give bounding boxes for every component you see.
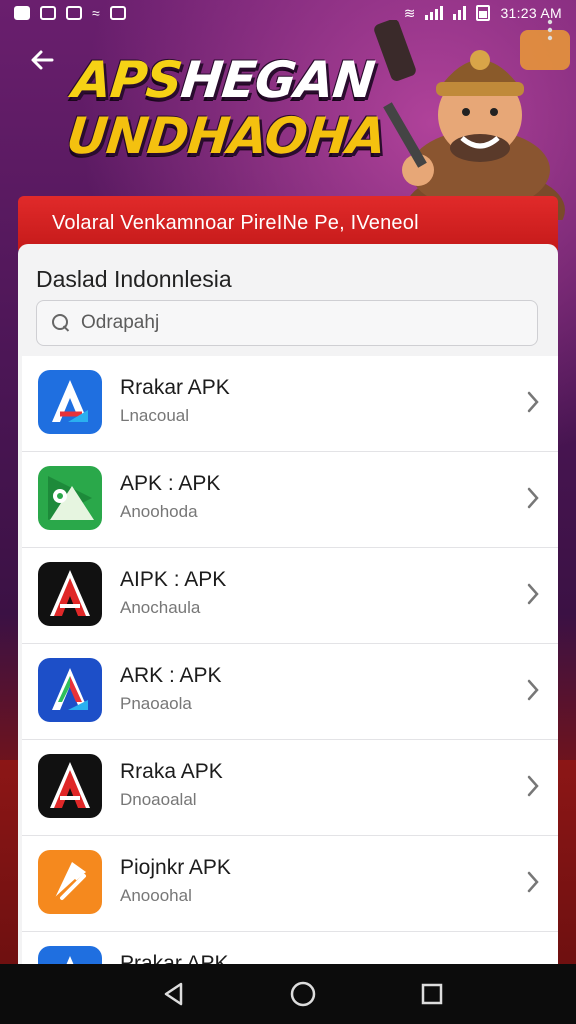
signal-icon	[425, 6, 444, 20]
nav-recents-button[interactable]	[412, 974, 452, 1014]
nav-back-button[interactable]	[154, 974, 194, 1014]
search-box[interactable]	[36, 300, 538, 346]
app-list-item[interactable]: AIPK : APK Anochaula	[22, 548, 558, 644]
app-name: ARK : APK	[120, 664, 222, 687]
app-subtitle: Dnoaoalal	[120, 790, 197, 809]
card-title: Daslad Indonnlesia	[36, 266, 232, 292]
app-list-item[interactable]: Rraka APK Dnoaoalal	[22, 740, 558, 836]
app-subtitle: Anochaula	[120, 598, 201, 617]
square-recents-icon	[421, 983, 442, 1005]
circle-home-icon	[290, 981, 316, 1007]
battery-icon	[476, 5, 491, 21]
green-play-icon	[38, 466, 102, 530]
app-list: Rrakar APK Lnacoual APK : APK Anoohoda A…	[22, 356, 558, 974]
gallery-icon	[66, 6, 82, 20]
chevron-right-icon	[527, 487, 539, 509]
app-subtitle: Anoohoda	[120, 502, 198, 521]
hero-line-1b: HEGAN	[178, 51, 377, 109]
chevron-right-icon	[527, 583, 539, 605]
status-right: ≋ 31:23 AM	[404, 5, 562, 21]
app-list-item[interactable]: APK : APK Anoohoda	[22, 452, 558, 548]
a-blue-icon	[38, 370, 102, 434]
a-blue-dark-icon	[38, 658, 102, 722]
search-icon	[51, 313, 71, 333]
app-name: AIPK : APK	[120, 568, 227, 591]
navigation-bar	[0, 964, 576, 1024]
app-notification-icon	[109, 6, 126, 20]
a-red-black-icon	[38, 754, 102, 818]
more-vertical-icon[interactable]	[546, 18, 554, 42]
triangle-back-icon	[165, 982, 183, 1006]
warrior-mascot-icon	[374, 20, 570, 220]
app-subtitle: Lnacoual	[120, 406, 190, 425]
status-left: ≈	[14, 6, 126, 20]
hero-line-1a: APS	[69, 51, 185, 109]
search-input[interactable]	[81, 312, 521, 334]
app-name: APK : APK	[120, 472, 221, 495]
app-name: Rraka APK	[120, 760, 223, 783]
chevron-right-icon	[527, 391, 539, 413]
app-name: Piojnkr APK	[120, 856, 231, 879]
app-list-item[interactable]: Piojnkr APK Anooohal	[22, 836, 558, 932]
app-subtitle: Anooohal	[120, 886, 192, 905]
message-icon	[40, 6, 56, 20]
wifi-icon: ≈	[92, 5, 100, 21]
nav-home-button[interactable]	[283, 974, 323, 1014]
app-name: Rrakar APK	[120, 376, 230, 399]
chevron-right-icon	[527, 871, 539, 893]
app-list-item[interactable]: ARK : APK Pnaoaola	[22, 644, 558, 740]
app-list-card: Daslad Indonnlesia Rrakar APK Lnacoual A…	[18, 244, 558, 974]
chevron-right-icon	[527, 679, 539, 701]
notification-icon	[14, 6, 30, 20]
app-subtitle: Pnaoaola	[120, 694, 192, 713]
chevron-right-icon	[527, 775, 539, 797]
arrow-left-icon	[31, 50, 54, 70]
signal-2-icon	[453, 6, 467, 20]
app-list-item[interactable]: Rrakar APK Lnacoual	[22, 356, 558, 452]
orange-p-icon	[38, 850, 102, 914]
back-button[interactable]	[24, 42, 60, 78]
promo-banner-text: Volaral Venkamnoar PireINe Pe, IVeneol	[52, 211, 419, 234]
promo-banner: Volaral Venkamnoar PireINe Pe, IVeneol	[18, 196, 558, 250]
vibrate-icon: ≋	[403, 5, 416, 21]
a-red-black-icon	[38, 562, 102, 626]
